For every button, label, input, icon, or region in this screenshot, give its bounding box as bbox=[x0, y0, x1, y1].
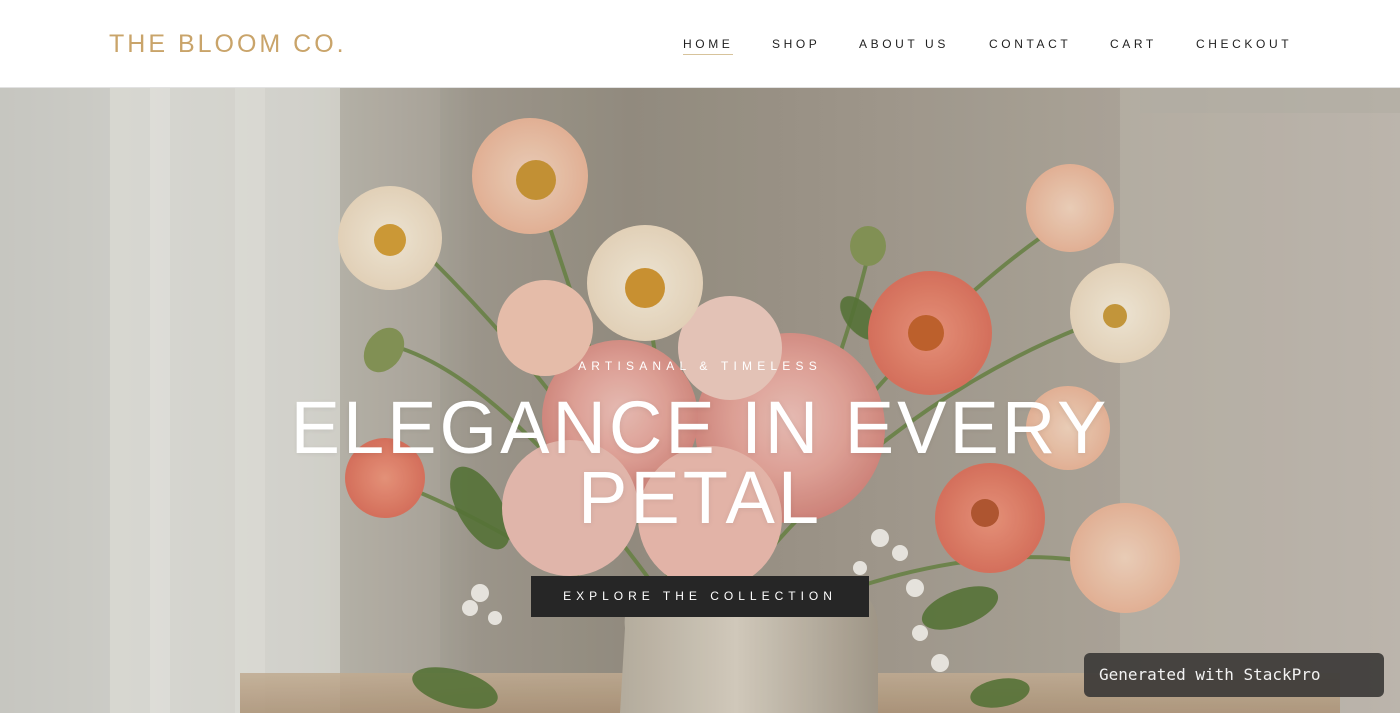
nav-contact-link[interactable]: CONTACT bbox=[989, 37, 1071, 51]
site-header: THE BLOOM CO. HOME SHOP ABOUT US CONTACT… bbox=[0, 0, 1400, 88]
hero-section: ARTISANAL & TIMELESS ELEGANCE IN EVERY P… bbox=[0, 88, 1400, 713]
nav-cart-link[interactable]: CART bbox=[1110, 37, 1157, 51]
generated-with-badge[interactable]: Generated with StackPro bbox=[1084, 653, 1384, 697]
nav-about-link[interactable]: ABOUT US bbox=[859, 37, 949, 51]
nav-shop-link[interactable]: SHOP bbox=[772, 37, 820, 51]
nav-home-link[interactable]: HOME bbox=[683, 37, 734, 55]
hero-headline: ELEGANCE IN EVERY PETAL bbox=[0, 391, 1400, 535]
hero-headline-line2: PETAL bbox=[578, 456, 822, 539]
nav-checkout-link[interactable]: CHECKOUT bbox=[1196, 37, 1292, 51]
main-nav: HOME SHOP ABOUT US CONTACT CART CHECKOUT bbox=[0, 37, 1400, 57]
explore-collection-button[interactable]: EXPLORE THE COLLECTION bbox=[531, 576, 869, 617]
hero-eyebrow: ARTISANAL & TIMELESS bbox=[578, 359, 822, 373]
